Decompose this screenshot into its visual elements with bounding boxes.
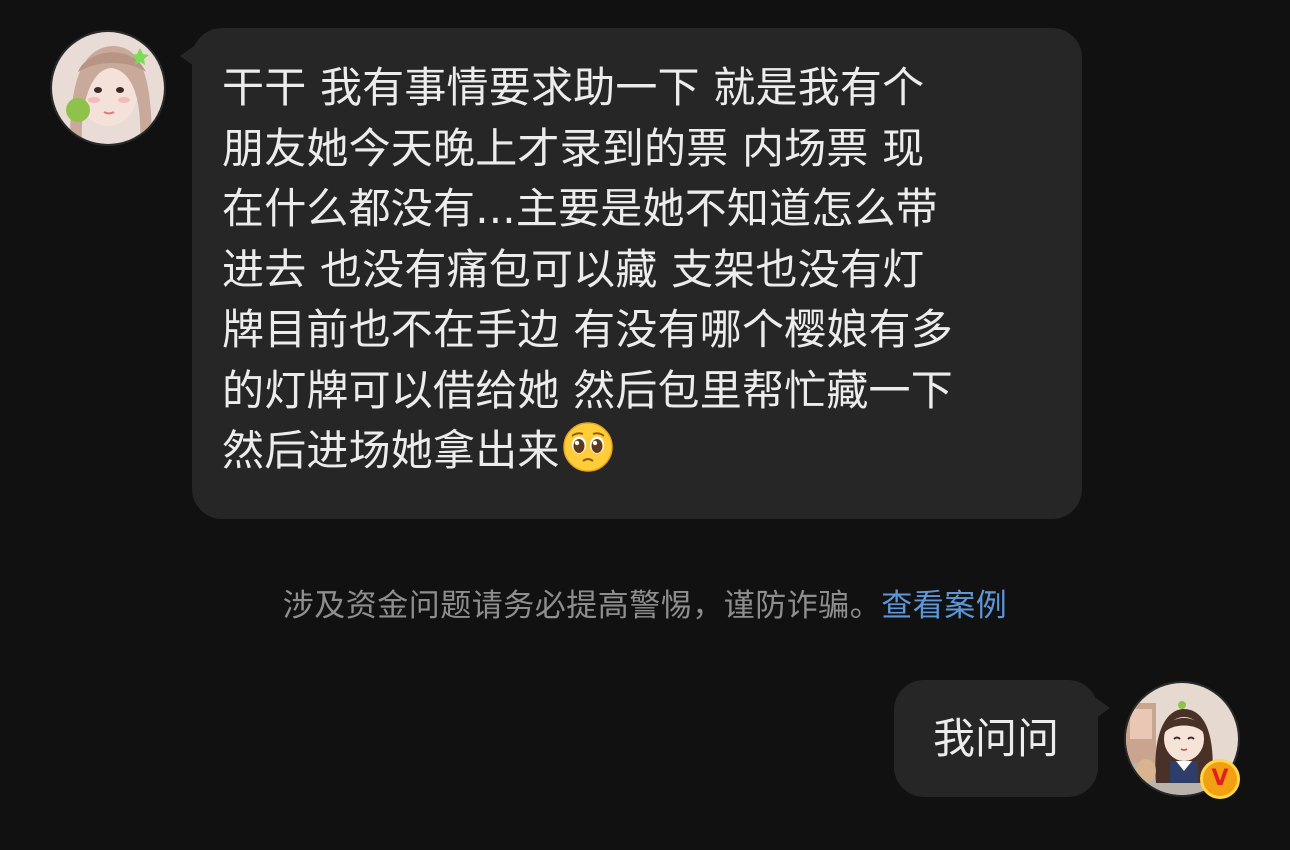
outgoing-message-bubble[interactable]: 我问问 xyxy=(894,680,1110,797)
bubble-tail xyxy=(180,46,194,66)
message-line: 干干 我有事情要求助一下 就是我有个 xyxy=(222,63,925,112)
message-line-text: 然后进场她拿出来 xyxy=(222,426,560,475)
message-line: 的灯牌可以借给她 然后包里帮忙藏一下 xyxy=(222,365,953,415)
vip-badge-icon: V xyxy=(1200,759,1240,799)
bubble-tail xyxy=(1096,698,1110,718)
view-cases-link[interactable]: 查看案例 xyxy=(881,588,1007,624)
fraud-warning-notice: 涉及资金问题请务必提高警惕，谨防诈骗。查看案例 xyxy=(0,580,1290,625)
fraud-warning-text: 涉及资金问题请务必提高警惕，谨防诈骗。 xyxy=(282,588,882,624)
female-user-avatar-icon xyxy=(52,32,164,144)
message-line: 牌目前也不在手边 有没有哪个樱娘有多 xyxy=(222,305,953,354)
message-line: 朋友她今天晚上才录到的票 内场票 现 xyxy=(222,123,925,173)
pleading-face-emoji-icon xyxy=(562,422,613,472)
incoming-message-bubble[interactable]: 干干 我有事情要求助一下 就是我有个 朋友她今天晚上才录到的票 内场票 现 在什… xyxy=(180,28,1082,519)
sender-avatar[interactable] xyxy=(50,30,166,146)
message-line: 在什么都没有...主要是她不知道怎么带 xyxy=(222,184,938,233)
message-line: 进去 也没有痛包可以藏 支架也没有灯 xyxy=(222,244,925,294)
message-line-last: 然后进场她拿出来 xyxy=(222,421,1048,482)
outgoing-message-text: 我问问 xyxy=(932,714,1059,763)
chat-window: 干干 我有事情要求助一下 就是我有个 朋友她今天晚上才录到的票 内场票 现 在什… xyxy=(0,0,1290,850)
